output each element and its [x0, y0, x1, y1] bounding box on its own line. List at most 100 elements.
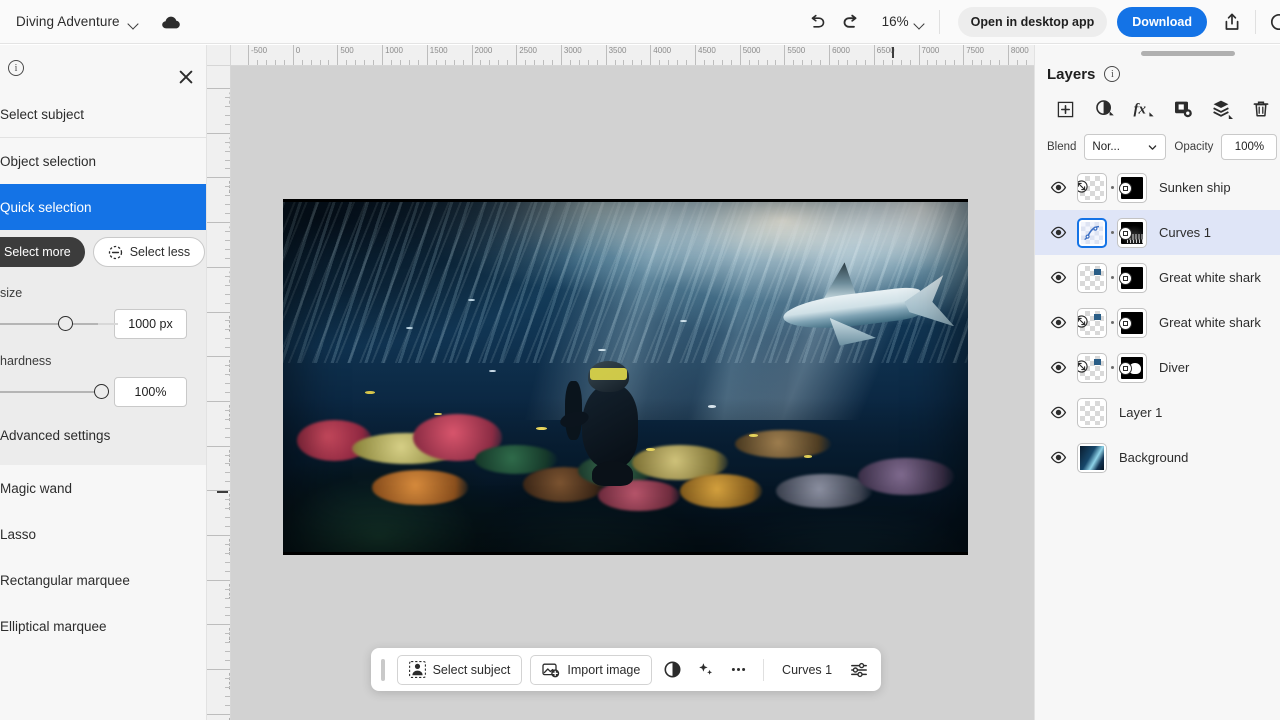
ruler-minor-tick	[225, 499, 230, 501]
help-circle-icon[interactable]	[1262, 5, 1280, 39]
mask-link-icon[interactable]	[1107, 231, 1117, 234]
tool-object-selection[interactable]: Object selection	[0, 138, 206, 184]
tool-elliptical-marquee[interactable]: Elliptical marquee	[0, 603, 206, 649]
blend-opacity-row: Blend Nor... Opacity 100%	[1035, 129, 1280, 165]
brush-hardness-input[interactable]: 100%	[114, 377, 187, 407]
document-title-menu[interactable]: Diving Adventure	[8, 14, 141, 29]
ruler-minor-tick	[225, 320, 230, 322]
tool-lasso[interactable]: Lasso	[0, 511, 206, 557]
layer-row[interactable]: Diver	[1035, 345, 1280, 390]
ruler-major-tick	[382, 45, 384, 65]
ruler-minor-tick	[435, 60, 437, 65]
layer-mask-thumbnail[interactable]	[1117, 352, 1147, 383]
layer-row[interactable]: Curves 1	[1035, 210, 1280, 255]
layer-effects-fx-icon[interactable]: fx	[1125, 93, 1162, 125]
layer-row[interactable]: Layer 1	[1035, 390, 1280, 435]
brush-hardness-slider-handle[interactable]	[94, 384, 109, 399]
add-layer-icon[interactable]	[1047, 93, 1084, 125]
ruler-minor-tick	[927, 60, 929, 65]
mask-link-icon[interactable]	[1107, 321, 1117, 324]
ruler-label: 8000	[1010, 46, 1029, 55]
scrollbar-thumb[interactable]	[1141, 51, 1235, 56]
eye-visible-icon[interactable]	[1045, 310, 1071, 336]
advanced-settings-toggle[interactable]: Advanced settings	[0, 414, 206, 459]
share-icon[interactable]	[1215, 5, 1249, 39]
open-in-desktop-app-button[interactable]: Open in desktop app	[957, 6, 1108, 37]
layer-thumbnail[interactable]	[1077, 352, 1107, 383]
import-image-button[interactable]: Import image	[530, 654, 653, 685]
brush-size-slider[interactable]	[0, 316, 118, 331]
drag-handle-icon[interactable]	[381, 658, 385, 681]
layer-mask-thumbnail[interactable]	[1117, 307, 1147, 338]
adjustment-layer-icon[interactable]	[1086, 93, 1123, 125]
ruler-label: 5000	[742, 46, 761, 55]
info-icon[interactable]: i	[1104, 66, 1121, 82]
layers-panel-horizontal-scrollbar[interactable]	[1141, 50, 1280, 57]
layer-mask-icon[interactable]	[1165, 93, 1202, 125]
tool-rectangular-marquee[interactable]: Rectangular marquee	[0, 557, 206, 603]
layer-row[interactable]: Sunken ship	[1035, 165, 1280, 210]
delete-layer-icon[interactable]	[1243, 93, 1280, 125]
blend-mode-select[interactable]: Nor...	[1084, 134, 1167, 160]
adjustment-contrast-icon[interactable]	[660, 656, 685, 684]
ruler-minor-tick	[802, 60, 804, 65]
ruler-minor-tick	[587, 60, 589, 65]
eye-visible-icon[interactable]	[1045, 265, 1071, 291]
layer-mask-thumbnail[interactable]	[1117, 262, 1147, 293]
eye-visible-icon[interactable]	[1045, 355, 1071, 381]
horizontal-ruler[interactable]: -500 0 500 1000 1500 2000 2500 3000 3500 4000 4500…	[231, 45, 1034, 66]
select-less-button[interactable]: Select less	[92, 237, 206, 267]
tool-quick-selection[interactable]: Quick selection	[0, 184, 206, 230]
tool-select-subject[interactable]: Select subject	[0, 91, 206, 137]
layer-thumbnail[interactable]	[1077, 397, 1107, 428]
undo-icon[interactable]	[800, 5, 834, 39]
info-icon[interactable]: i	[8, 60, 24, 76]
brush-size-input[interactable]: 1000 px	[114, 309, 187, 339]
ruler-corner[interactable]	[207, 45, 231, 66]
tool-magic-wand[interactable]: Magic wand	[0, 465, 206, 511]
ruler-minor-tick	[301, 60, 303, 65]
layer-row[interactable]: Background	[1035, 435, 1280, 480]
eye-visible-icon[interactable]	[1045, 220, 1071, 246]
ruler-minor-tick	[225, 248, 230, 250]
download-button[interactable]: Download	[1117, 6, 1207, 37]
brush-hardness-slider[interactable]	[0, 384, 109, 399]
cloud-icon[interactable]	[161, 14, 183, 30]
close-icon[interactable]	[176, 67, 198, 89]
layer-thumbnail[interactable]	[1077, 217, 1107, 248]
artboard[interactable]	[283, 199, 968, 555]
eye-visible-icon[interactable]	[1045, 445, 1071, 471]
layer-thumbnail[interactable]	[1077, 172, 1107, 203]
opacity-input[interactable]: 100%	[1221, 134, 1278, 160]
layer-mask-thumbnail[interactable]	[1117, 172, 1147, 203]
ruler-minor-tick	[225, 472, 230, 474]
zoom-chevron-down-icon[interactable]	[913, 17, 927, 31]
mask-link-icon[interactable]	[1107, 276, 1117, 279]
redo-icon[interactable]	[834, 5, 868, 39]
layer-row[interactable]: Great white shark	[1035, 300, 1280, 345]
canvas-area[interactable]	[231, 66, 1034, 720]
ruler-major-tick	[207, 311, 230, 313]
sparkles-icon[interactable]	[693, 656, 718, 684]
ruler-minor-tick	[775, 60, 777, 65]
mask-link-icon[interactable]	[1107, 366, 1117, 369]
layer-thumbnail[interactable]	[1077, 442, 1107, 473]
layer-thumbnail[interactable]	[1077, 307, 1107, 338]
ruler-minor-tick	[525, 60, 527, 65]
brush-size-slider-handle[interactable]	[58, 316, 73, 331]
more-ellipsis-icon[interactable]	[726, 656, 751, 684]
select-subject-button[interactable]: Select subject	[396, 654, 523, 685]
sliders-icon[interactable]	[846, 656, 871, 684]
ruler-major-tick	[207, 266, 230, 268]
select-more-button[interactable]: Select more	[0, 237, 85, 267]
group-layers-icon[interactable]	[1204, 93, 1241, 125]
layer-row[interactable]: Great white shark	[1035, 255, 1280, 300]
layer-thumbnail[interactable]	[1077, 262, 1107, 293]
layer-mask-thumbnail[interactable]	[1117, 217, 1147, 248]
ruler-minor-tick	[225, 409, 230, 411]
eye-visible-icon[interactable]	[1045, 175, 1071, 201]
eye-visible-icon[interactable]	[1045, 400, 1071, 426]
mask-link-icon[interactable]	[1107, 186, 1117, 189]
ruler-major-tick	[560, 45, 562, 65]
vertical-ruler[interactable]: -1500-1000-50005001000150020002500300035…	[207, 66, 231, 720]
